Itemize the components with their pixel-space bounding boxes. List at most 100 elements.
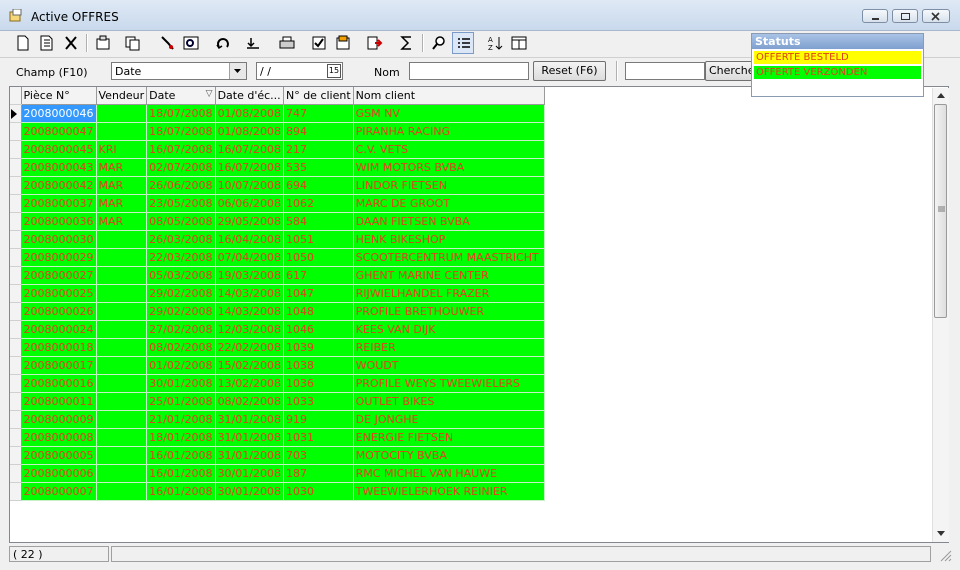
cell-piece[interactable]: 2008000030 xyxy=(21,230,97,249)
cell-client-name[interactable]: DE JONGHE xyxy=(353,410,545,429)
cell-date[interactable]: 01/02/2008 xyxy=(146,356,216,375)
column-header-piece[interactable]: Pièce N° xyxy=(21,87,97,105)
cell-date[interactable]: 08/02/2008 xyxy=(146,338,216,357)
cell-date[interactable]: 30/01/2008 xyxy=(146,374,216,393)
new-button[interactable] xyxy=(12,32,34,54)
cell-client-name[interactable]: DAAN FIETSEN BVBA xyxy=(353,212,545,231)
table-row[interactable]: 2008000008 18/01/2008 31/01/2008 1031 ENERGI… xyxy=(10,428,545,447)
row-indicator[interactable] xyxy=(10,248,22,267)
reset-button[interactable]: Reset (F6) xyxy=(533,61,606,81)
cell-date[interactable]: 16/01/2008 xyxy=(146,464,216,483)
row-indicator[interactable] xyxy=(10,230,22,249)
edit-button[interactable] xyxy=(36,32,58,54)
table-row[interactable]: 2008000011 25/01/2008 08/02/2008 1033 OUTLET… xyxy=(10,392,545,411)
cell-client-name[interactable]: HENK BIKESHOP xyxy=(353,230,545,249)
column-header-client-name[interactable]: Nom client xyxy=(353,87,545,105)
field-select[interactable]: Date xyxy=(111,62,247,80)
cell-piece[interactable]: 2008000006 xyxy=(21,464,97,483)
resize-grip-icon[interactable] xyxy=(940,550,952,562)
cell-client-number[interactable]: 1047 xyxy=(283,284,354,303)
cell-due-date[interactable]: 30/01/2008 xyxy=(215,464,284,483)
report-button[interactable] xyxy=(332,32,354,54)
table-row[interactable]: 2008000037 MAR 23/05/2008 06/06/2008 1062 MAR… xyxy=(10,194,545,213)
refresh-button[interactable] xyxy=(212,32,234,54)
date-input[interactable]: / / 15 xyxy=(256,62,343,80)
cell-client-name[interactable]: REIBER xyxy=(353,338,545,357)
cell-due-date[interactable]: 15/02/2008 xyxy=(215,356,284,375)
cell-date[interactable]: 27/02/2008 xyxy=(146,320,216,339)
cell-client-number[interactable]: 894 xyxy=(283,122,354,141)
row-indicator[interactable] xyxy=(10,374,22,393)
cell-due-date[interactable]: 14/03/2008 xyxy=(215,302,284,321)
cell-client-number[interactable]: 1038 xyxy=(283,356,354,375)
row-indicator[interactable] xyxy=(10,482,22,501)
cell-date[interactable]: 18/07/2008 xyxy=(146,122,216,141)
cell-vendeur[interactable] xyxy=(96,284,148,303)
cell-due-date[interactable]: 12/03/2008 xyxy=(215,320,284,339)
table-row[interactable]: 2008000047 18/07/2008 01/08/2008 894 PIRANHA… xyxy=(10,122,545,141)
row-indicator[interactable] xyxy=(10,122,22,141)
row-indicator[interactable] xyxy=(10,464,22,483)
row-indicator[interactable] xyxy=(10,320,22,339)
cell-client-name[interactable]: WIM MOTORS BVBA xyxy=(353,158,545,177)
row-indicator[interactable] xyxy=(10,302,22,321)
cell-vendeur[interactable] xyxy=(96,266,148,285)
table-row[interactable]: 2008000029 22/03/2008 07/04/2008 1050 SCOOTE… xyxy=(10,248,545,267)
cell-piece[interactable]: 2008000027 xyxy=(21,266,97,285)
sum-button[interactable] xyxy=(396,32,418,54)
field-select-arrow[interactable] xyxy=(229,63,246,79)
cell-client-number[interactable]: 1033 xyxy=(283,392,354,411)
table-row[interactable]: 2008000045 KRI 16/07/2008 16/07/2008 217 C.V.… xyxy=(10,140,545,159)
cell-client-number[interactable]: 1062 xyxy=(283,194,354,213)
cell-client-number[interactable]: 617 xyxy=(283,266,354,285)
offers-grid[interactable]: Pièce N° Vendeur Date ▽ Date d'éc... N° d… xyxy=(9,86,949,543)
cell-client-number[interactable]: 1031 xyxy=(283,428,354,447)
cell-due-date[interactable]: 16/04/2008 xyxy=(215,230,284,249)
cell-piece[interactable]: 2008000042 xyxy=(21,176,97,195)
cell-piece[interactable]: 2008000018 xyxy=(21,338,97,357)
cell-date[interactable]: 29/02/2008 xyxy=(146,302,216,321)
cell-piece[interactable]: 2008000025 xyxy=(21,284,97,303)
cell-piece[interactable]: 2008000007 xyxy=(21,482,97,501)
cell-date[interactable]: 16/01/2008 xyxy=(146,482,216,501)
cell-piece[interactable]: 2008000009 xyxy=(21,410,97,429)
cell-date[interactable]: 16/07/2008 xyxy=(146,140,216,159)
row-indicator[interactable] xyxy=(10,338,22,357)
table-row[interactable]: 2008000024 27/02/2008 12/03/2008 1046 KEES V… xyxy=(10,320,545,339)
cell-vendeur[interactable] xyxy=(96,104,148,123)
table-row[interactable]: 2008000027 05/03/2008 19/03/2008 617 GHENT M… xyxy=(10,266,545,285)
zoom-button[interactable] xyxy=(428,32,450,54)
maximize-button[interactable] xyxy=(892,9,918,23)
cell-client-name[interactable]: OUTLET BIKES xyxy=(353,392,545,411)
table-row[interactable]: 2008000017 01/02/2008 15/02/2008 1038 WOUDT xyxy=(10,356,545,375)
cell-vendeur[interactable] xyxy=(96,356,148,375)
cell-piece[interactable]: 2008000005 xyxy=(21,446,97,465)
cell-due-date[interactable]: 16/07/2008 xyxy=(215,158,284,177)
find-button[interactable] xyxy=(180,32,202,54)
minimize-button[interactable] xyxy=(862,9,888,23)
table-row[interactable]: 2008000007 16/01/2008 30/01/2008 1030 TWEEWI… xyxy=(10,482,545,501)
cell-client-number[interactable]: 1048 xyxy=(283,302,354,321)
import-button[interactable] xyxy=(242,32,264,54)
cell-vendeur[interactable] xyxy=(96,338,148,357)
cell-vendeur[interactable] xyxy=(96,374,148,393)
close-button[interactable] xyxy=(922,9,950,23)
cell-client-number[interactable]: 584 xyxy=(283,212,354,231)
table-row[interactable]: 2008000043 MAR 02/07/2008 16/07/2008 535 WIM … xyxy=(10,158,545,177)
row-indicator[interactable] xyxy=(10,428,22,447)
cell-client-number[interactable]: 1030 xyxy=(283,482,354,501)
cell-piece[interactable]: 2008000026 xyxy=(21,302,97,321)
column-header-vendeur[interactable]: Vendeur xyxy=(96,87,148,105)
cell-client-name[interactable]: TWEEWIELERHOEK REINIER xyxy=(353,482,545,501)
row-indicator[interactable] xyxy=(10,266,22,285)
row-indicator[interactable] xyxy=(10,392,22,411)
cell-date[interactable]: 23/05/2008 xyxy=(146,194,216,213)
cell-client-number[interactable]: 694 xyxy=(283,176,354,195)
table-row[interactable]: 2008000009 21/01/2008 31/01/2008 919 DE JONG… xyxy=(10,410,545,429)
row-indicator[interactable] xyxy=(10,284,22,303)
cell-due-date[interactable]: 30/01/2008 xyxy=(215,482,284,501)
cell-piece[interactable]: 2008000011 xyxy=(21,392,97,411)
row-indicator[interactable] xyxy=(10,176,22,195)
cell-vendeur[interactable] xyxy=(96,482,148,501)
cell-client-number[interactable]: 1050 xyxy=(283,248,354,267)
